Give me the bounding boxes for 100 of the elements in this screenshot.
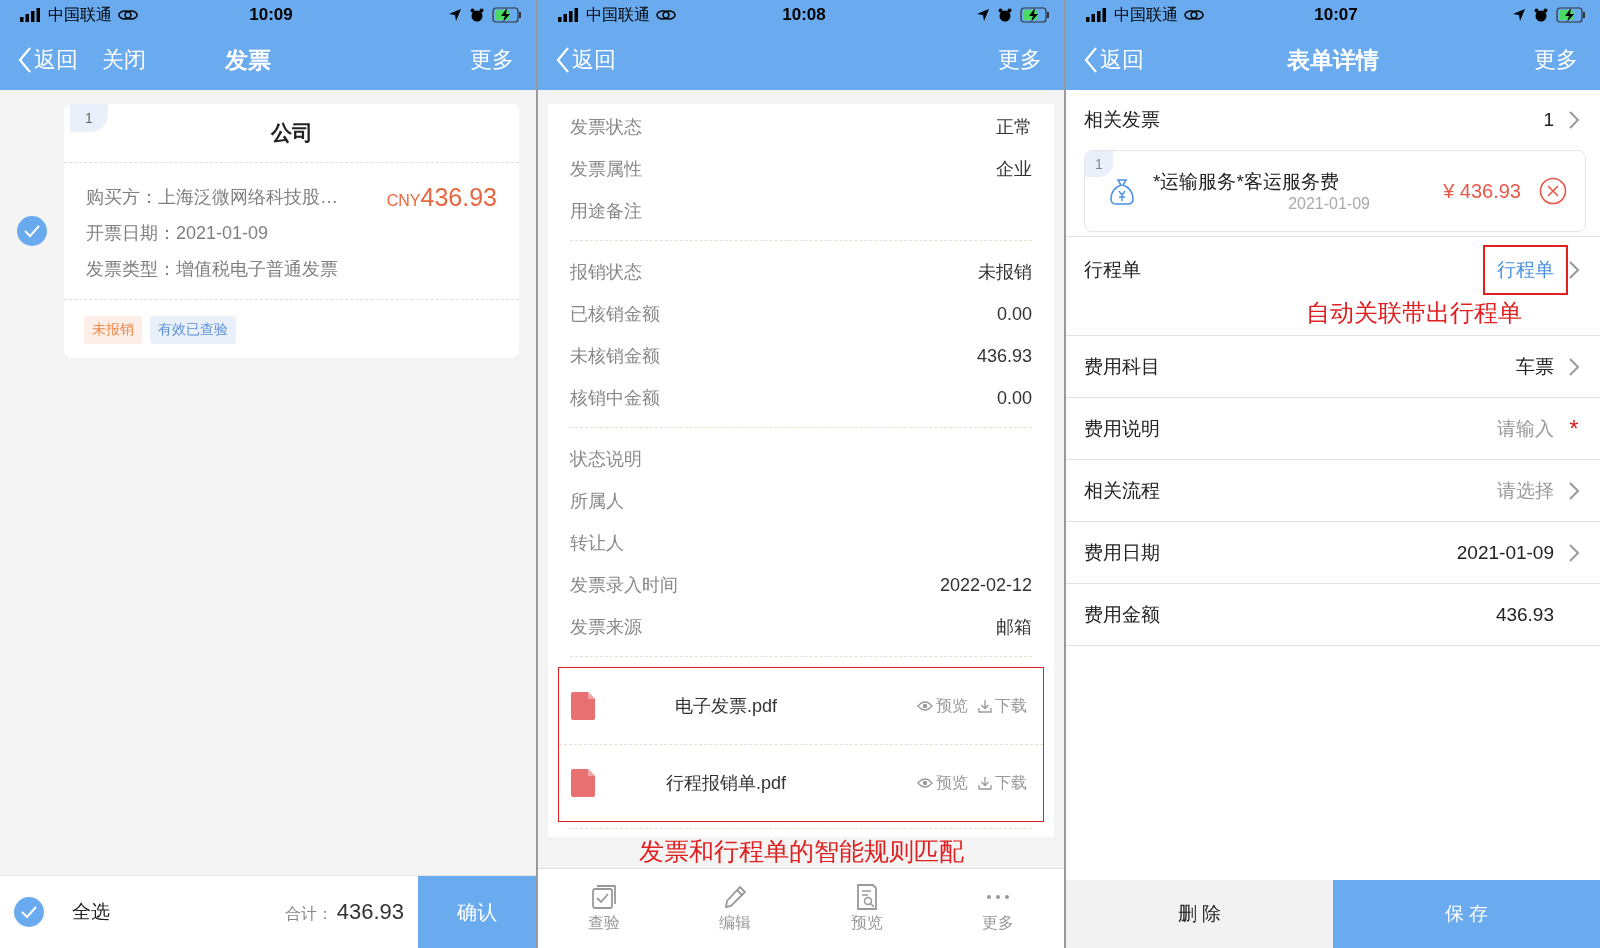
field-label: 未核销金额 xyxy=(570,345,660,368)
invoice-item-card[interactable]: 1 *运输服务*客运服务费 2021-01-09 ¥ 436.93 xyxy=(1084,150,1586,232)
battery-charging-icon xyxy=(1020,7,1050,23)
form-row[interactable]: 行程单 行程单 自动关联带出行程单 xyxy=(1066,237,1600,336)
back-button[interactable]: 返回 xyxy=(18,45,78,75)
back-chevron-icon xyxy=(556,46,570,74)
invoice-name: *运输服务*客运服务费 xyxy=(1153,170,1340,194)
screen-title: 表单详情 xyxy=(1287,45,1379,75)
link-icon xyxy=(656,9,676,21)
checkbox[interactable] xyxy=(14,897,44,927)
form-row[interactable]: 相关流程 请选择 xyxy=(1066,460,1600,522)
field-label: 核销中金额 xyxy=(570,387,660,410)
invoice-type-text: 发票类型：增值税电子普通发票 xyxy=(86,258,338,281)
field-value: 436.93 xyxy=(976,345,1032,367)
field-value: 0.00 xyxy=(996,303,1032,325)
checkbox[interactable] xyxy=(17,216,47,246)
carrier-name: 中国联通 xyxy=(1114,4,1178,25)
file-name: 行程报销单.pdf xyxy=(665,772,787,795)
annotation-text: 发票和行程单的智能规则匹配 xyxy=(638,837,964,865)
field-value: 正常 xyxy=(996,116,1032,139)
field-label: 报销状态 xyxy=(570,261,642,284)
signal-icon xyxy=(1086,8,1108,22)
annotation-text: 自动关联带出行程单 xyxy=(1306,298,1522,328)
field-value: 企业 xyxy=(996,158,1032,181)
field-label: 发票状态 xyxy=(570,116,642,139)
field-label: 费用日期 xyxy=(1084,540,1161,565)
field-label: 发票来源 xyxy=(570,616,642,639)
linked-value[interactable]: 行程单 xyxy=(1483,245,1568,295)
company-title: 公司 xyxy=(270,120,313,146)
carrier-name: 中国联通 xyxy=(586,4,650,25)
location-arrow-icon xyxy=(976,8,990,22)
pdf-file-icon xyxy=(571,769,595,797)
close-button[interactable]: 关闭 xyxy=(102,45,146,75)
back-button[interactable]: 返回 xyxy=(556,45,616,75)
field-value: 0.00 xyxy=(996,387,1032,409)
signal-icon xyxy=(558,8,580,22)
back-button[interactable]: 返回 xyxy=(1084,45,1144,75)
preview-link[interactable]: 预览 xyxy=(917,695,968,717)
field-label: 已核销金额 xyxy=(570,303,660,326)
form-row[interactable]: 费用金额 436.93 xyxy=(1066,584,1600,646)
preview-link[interactable]: 预览 xyxy=(917,772,968,794)
field-value: 2022-02-12 xyxy=(939,574,1032,596)
required-mark: * xyxy=(1568,414,1580,443)
field-value: 2021-01-09 xyxy=(1455,540,1555,565)
field-label: 费用说明 xyxy=(1084,416,1161,441)
invoice-count: 1 xyxy=(1542,108,1555,132)
amount-text: 436.93 xyxy=(420,182,497,212)
field-label: 相关发票 xyxy=(1084,108,1161,132)
battery-charging-icon xyxy=(1556,7,1586,23)
toolbar-button[interactable]: 查验 xyxy=(563,883,644,934)
toolbar-button[interactable]: 编辑 xyxy=(695,883,776,934)
field-label: 状态说明 xyxy=(570,448,642,471)
toolbar-button[interactable]: 预览 xyxy=(826,883,907,934)
link-icon xyxy=(118,9,138,21)
delete-button[interactable]: 删 除 xyxy=(1066,880,1333,948)
field-label: 发票属性 xyxy=(570,158,642,181)
field-label: 用途备注 xyxy=(570,200,642,223)
save-button[interactable]: 保 存 xyxy=(1333,880,1600,948)
checklist-icon xyxy=(589,883,618,911)
total-amount: 436.93 xyxy=(336,899,404,925)
screen-title: 发票 xyxy=(225,45,271,75)
more-button[interactable]: 更多 xyxy=(998,45,1042,75)
clock-time: 10:07 xyxy=(1314,5,1358,25)
file-name: 电子发票.pdf xyxy=(674,695,778,718)
clock-time: 10:08 xyxy=(782,5,826,25)
field-label: 行程单 xyxy=(1084,258,1142,282)
field-value: 436.93 xyxy=(1494,602,1555,627)
money-bag-icon xyxy=(1109,177,1135,205)
more-button[interactable]: 更多 xyxy=(470,45,514,75)
location-arrow-icon xyxy=(1512,8,1526,22)
currency-label: CNY xyxy=(386,191,421,210)
field-label: 所属人 xyxy=(570,490,624,513)
status-tag: 有效已查验 xyxy=(150,316,236,344)
index-badge: 1 xyxy=(70,104,108,132)
placeholder-text: 请输入 xyxy=(1496,416,1555,441)
field-label: 发票录入时间 xyxy=(570,574,678,597)
download-link[interactable]: 下载 xyxy=(978,772,1027,794)
toolbar-button[interactable]: 更多 xyxy=(958,883,1039,934)
battery-charging-icon xyxy=(492,7,522,23)
download-icon xyxy=(978,776,992,790)
clock-time: 10:09 xyxy=(249,5,293,25)
field-label: 相关流程 xyxy=(1084,478,1161,503)
eye-icon xyxy=(917,700,933,712)
placeholder-text: 请选择 xyxy=(1496,478,1555,503)
select-all-label[interactable]: 全选 xyxy=(72,899,110,925)
form-row[interactable]: 费用日期 2021-01-09 xyxy=(1066,522,1600,584)
buyer-text: 购买方：上海泛微网络科技股… xyxy=(86,186,338,209)
index-badge: 1 xyxy=(1085,151,1113,177)
status-tag: 未报销 xyxy=(84,316,142,344)
form-row[interactable]: 费用说明 请输入 * xyxy=(1066,398,1600,460)
more-button[interactable]: 更多 xyxy=(1534,45,1578,75)
issue-date-text: 开票日期：2021-01-09 xyxy=(86,222,269,245)
confirm-button[interactable]: 确认 xyxy=(418,876,536,948)
form-row[interactable]: 费用科目 车票 xyxy=(1066,336,1600,398)
download-link[interactable]: 下载 xyxy=(978,695,1027,717)
invoice-date: 2021-01-09 xyxy=(1288,195,1370,213)
invoice-card[interactable]: 1 公司 购买方：上海泛微网络科技股… CNY436.93 开票日期：2021-01-09 发票类型：增值税电子普通发票 未报销 有效已查验 xyxy=(64,104,519,358)
link-icon xyxy=(1184,9,1204,21)
chevron-right-icon xyxy=(1568,110,1580,130)
remove-circle-icon[interactable] xyxy=(1539,177,1567,205)
